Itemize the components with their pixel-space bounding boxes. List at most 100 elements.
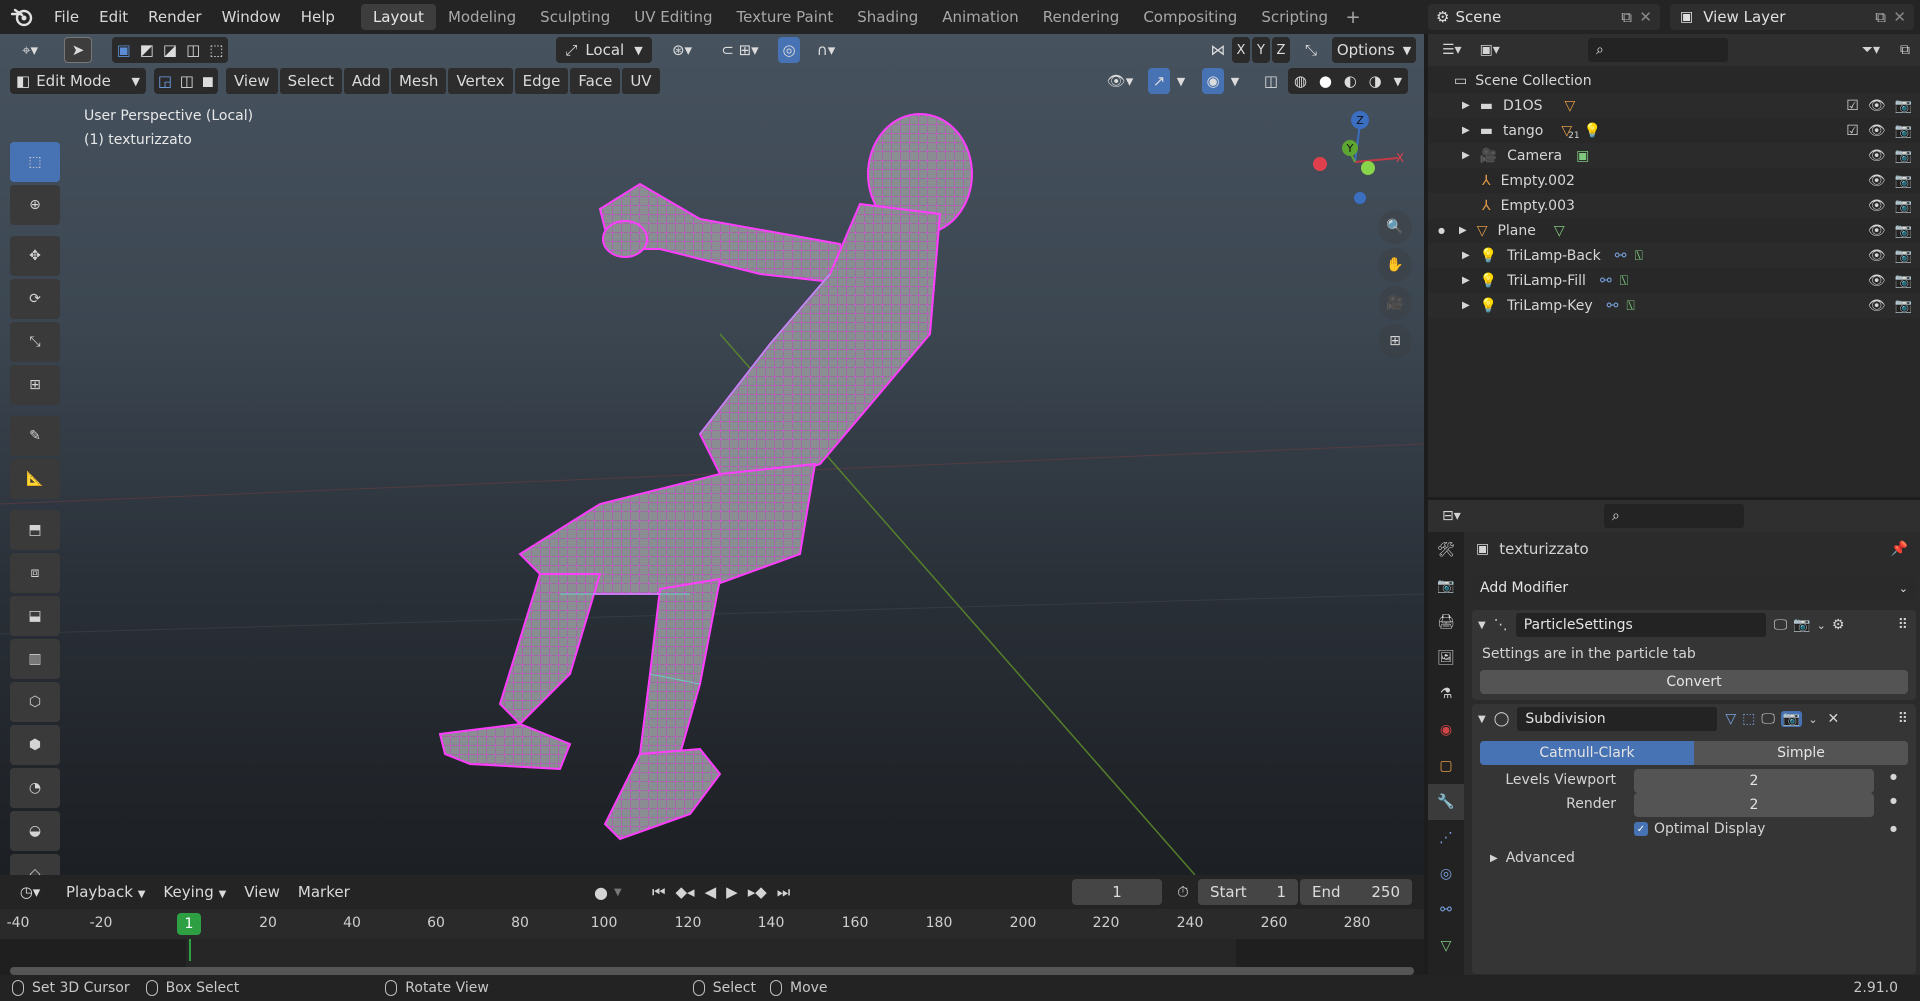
navigation-gizmo[interactable]: Z X Y: [1300, 104, 1410, 214]
gizmo-dropdown[interactable]: ▼: [1172, 68, 1190, 94]
display-mode-icon[interactable]: ▣▾: [1480, 42, 1500, 58]
3d-viewport[interactable]: ⌖▾ ➤ ▣ ◩ ◪ ◫ ⬚ ⤢ Local ▼ ⊛▾ ⊂ ⊞▾ ◎ ∩▾ ⋈: [0, 34, 1424, 875]
pin-icon[interactable]: 📌: [1891, 541, 1908, 557]
new-collection-icon[interactable]: ⧉: [1900, 42, 1910, 58]
cage-toggle-icon[interactable]: ⬚: [1742, 711, 1755, 727]
menu-vertex[interactable]: Vertex: [448, 68, 513, 94]
select-intersect-icon[interactable]: ⬚: [209, 41, 223, 59]
menu-mesh[interactable]: Mesh: [390, 68, 447, 94]
keyframe-dot-icon[interactable]: ●: [1890, 824, 1897, 833]
expand-chevron-icon[interactable]: ▶: [1462, 300, 1470, 311]
particle-modifier-name-field[interactable]: ParticleSettings: [1515, 613, 1766, 637]
loop-cut-tool[interactable]: ▥: [10, 639, 60, 679]
outliner-editor-type-icon[interactable]: ☰▾: [1442, 42, 1462, 58]
outliner-row-empty-003[interactable]: ⅄ Empty.003 👁 📷: [1428, 193, 1920, 218]
tab-shading[interactable]: Shading: [845, 4, 930, 30]
render-levels-field[interactable]: 2: [1634, 793, 1874, 817]
wireframe-shading-icon[interactable]: ◍: [1294, 72, 1307, 90]
view-layer-close-icon[interactable]: ✕: [1893, 8, 1906, 26]
render-camera-icon[interactable]: 📷: [1895, 173, 1912, 189]
viewport-display-icon[interactable]: 🖵: [1761, 711, 1775, 727]
mirror-z-button[interactable]: Z: [1272, 37, 1290, 63]
menu-render[interactable]: Render: [138, 0, 211, 34]
scene-selector[interactable]: ⚙ Scene ⧉ ✕: [1428, 4, 1660, 30]
select-subtract-icon[interactable]: ◪: [163, 41, 177, 59]
menu-add[interactable]: Add: [343, 68, 389, 94]
exclude-checkbox[interactable]: ☑: [1846, 98, 1859, 114]
tab-modeling[interactable]: Modeling: [436, 4, 528, 30]
keyframe-dot-icon[interactable]: ●: [1890, 772, 1897, 781]
menu-playback[interactable]: Playback ▼: [58, 879, 153, 905]
select-mode-buttons[interactable]: ▣ ◩ ◪ ◫ ⬚: [112, 37, 228, 63]
menu-timeline-view[interactable]: View: [236, 879, 288, 905]
play-reverse-icon[interactable]: ◀: [705, 883, 717, 901]
menu-marker[interactable]: Marker: [290, 879, 358, 905]
menu-window[interactable]: Window: [212, 0, 291, 34]
pan-button[interactable]: ✋: [1378, 248, 1412, 282]
view-layer-selector[interactable]: ▣ View Layer ⧉ ✕: [1670, 4, 1914, 30]
drag-handle-icon[interactable]: ⠿: [1898, 617, 1908, 633]
expand-chevron-icon[interactable]: ▶: [1462, 250, 1470, 261]
tab-sculpting[interactable]: Sculpting: [528, 4, 622, 30]
overlays-dropdown[interactable]: ▼: [1226, 68, 1244, 94]
timeline-editor-type-button[interactable]: ◷▾: [10, 879, 50, 905]
tab-uv-editing[interactable]: UV Editing: [622, 4, 724, 30]
outliner-row-trilamp-key[interactable]: ▶ 💡 TriLamp-Key ⚯ ⍂ 👁 📷: [1428, 293, 1920, 318]
render-toggle-icon[interactable]: 📷: [1780, 711, 1803, 727]
proportional-edit-button[interactable]: ◎: [778, 37, 800, 63]
tab-rendering[interactable]: Rendering: [1031, 4, 1132, 30]
mode-dropdown[interactable]: ◧ Edit Mode ▼: [10, 68, 146, 94]
falloff-button[interactable]: ∩▾: [806, 37, 846, 63]
outliner-row-camera[interactable]: ▶ 🎥 Camera ▣ 👁 📷: [1428, 143, 1920, 168]
particles-tab[interactable]: ⋰: [1428, 820, 1464, 856]
menu-view[interactable]: View: [226, 68, 278, 94]
chevron-down-icon[interactable]: ⌄: [1808, 713, 1817, 726]
select-new-icon[interactable]: ▣: [117, 41, 131, 59]
constraints-tab[interactable]: ⚯: [1428, 892, 1464, 928]
chevron-down-icon[interactable]: ⌄: [1817, 619, 1826, 632]
viewport-display-icon[interactable]: 🖵: [1774, 617, 1788, 633]
tab-scripting[interactable]: Scripting: [1249, 4, 1340, 30]
annotate-tool[interactable]: ✎: [10, 416, 60, 456]
spin-tool[interactable]: ◔: [10, 768, 60, 808]
data-tab[interactable]: ▽: [1428, 928, 1464, 964]
render-camera-icon[interactable]: 📷: [1895, 248, 1912, 264]
select-element-buttons[interactable]: ◲ ◫ ◼: [154, 68, 218, 94]
tab-texture-paint[interactable]: Texture Paint: [724, 4, 845, 30]
view-layer-tab[interactable]: 🖼: [1428, 640, 1464, 676]
auto-key-record-icon[interactable]: ●: [594, 883, 608, 902]
levels-viewport-field[interactable]: 2: [1634, 769, 1874, 793]
scene-tab[interactable]: ⚗: [1428, 676, 1464, 712]
outliner-row-empty-002[interactable]: ⅄ Empty.002 👁 📷: [1428, 168, 1920, 193]
scene-new-icon[interactable]: ⧉: [1621, 8, 1632, 26]
optimal-display-checkbox[interactable]: ✓: [1634, 822, 1648, 836]
drag-handle-icon[interactable]: ⠿: [1898, 711, 1908, 727]
select-box-tool[interactable]: ⬚: [10, 142, 60, 182]
smooth-tool[interactable]: ◒: [10, 811, 60, 851]
physics-tab[interactable]: ◎: [1428, 856, 1464, 892]
solid-shading-icon[interactable]: ●: [1319, 72, 1332, 90]
measure-tool[interactable]: 📐: [10, 459, 60, 499]
gizmo-toggle-button[interactable]: ↗: [1148, 68, 1170, 94]
properties-search-input[interactable]: ⌕: [1604, 504, 1744, 528]
outliner-row-trilamp-fill[interactable]: ▶ 💡 TriLamp-Fill ⚯ ⍂ 👁 📷: [1428, 268, 1920, 293]
outliner-row-tango[interactable]: ▶ ▬ tango ▽ 21 💡 ☑ 👁 📷: [1428, 118, 1920, 143]
world-tab[interactable]: ◉: [1428, 712, 1464, 748]
collapse-chevron-icon[interactable]: ▼: [1478, 620, 1486, 631]
subdivision-name-field[interactable]: Subdivision: [1517, 707, 1718, 731]
material-shading-icon[interactable]: ◐: [1344, 72, 1357, 90]
menu-edge[interactable]: Edge: [514, 68, 569, 94]
scene-close-icon[interactable]: ✕: [1639, 8, 1652, 26]
edge-select-icon[interactable]: ◫: [180, 72, 194, 90]
tab-compositing[interactable]: Compositing: [1131, 4, 1249, 30]
collapse-chevron-icon[interactable]: ▼: [1478, 714, 1486, 725]
render-camera-icon[interactable]: 📷: [1895, 198, 1912, 214]
view-layer-new-icon[interactable]: ⧉: [1875, 8, 1886, 26]
render-camera-icon[interactable]: 📷: [1895, 223, 1912, 239]
scale-tool[interactable]: ⤡: [10, 322, 60, 362]
mirror-options-icon[interactable]: ⋈: [1206, 37, 1230, 63]
visibility-button[interactable]: 👁▾: [1100, 68, 1140, 94]
eye-icon[interactable]: 👁: [1868, 148, 1886, 164]
eye-icon[interactable]: 👁: [1868, 223, 1886, 239]
vertex-select-icon[interactable]: ◲: [158, 72, 172, 90]
